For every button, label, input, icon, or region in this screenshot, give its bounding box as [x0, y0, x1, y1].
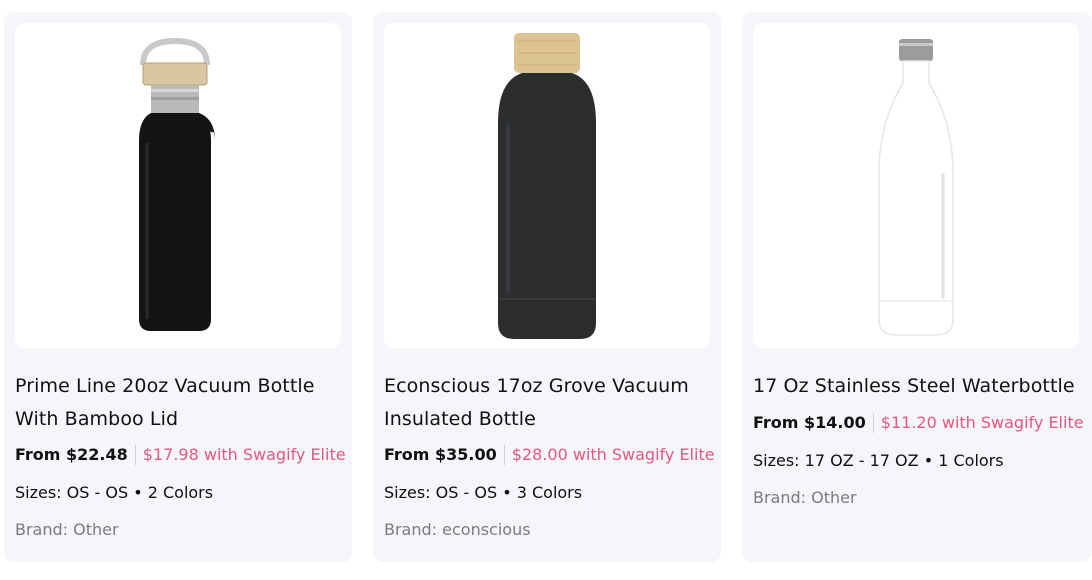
sizes-colors: Sizes: 17 OZ - 17 OZ • 1 Colors [753, 451, 1004, 470]
product-card[interactable]: Prime Line 20oz Vacuum Bottle With Bambo… [4, 12, 352, 562]
sizes-colors: Sizes: OS - OS • 3 Colors [384, 483, 583, 502]
elite-price: $17.98 with Swagify Elite [142, 445, 346, 464]
product-card[interactable]: 17 Oz Stainless Steel Waterbottle From $… [742, 12, 1092, 562]
price-row: From $14.00 $11.20 with Swagify Elite [753, 412, 1084, 434]
price-from: From $35.00 [384, 445, 497, 464]
product-image[interactable] [384, 23, 710, 348]
dark-bottle-bamboo-cap-image [498, 33, 596, 339]
product-title[interactable]: Prime Line 20oz Vacuum Bottle With Bambo… [15, 370, 345, 436]
sizes-colors: Sizes: OS - OS • 2 Colors [15, 483, 214, 502]
price-from: From $22.48 [15, 445, 128, 464]
price-from: From $14.00 [753, 413, 866, 432]
elite-price: $28.00 with Swagify Elite [511, 445, 715, 464]
brand-label: Brand: Other [15, 520, 119, 539]
product-image[interactable] [753, 23, 1079, 348]
price-row: From $35.00 $28.00 with Swagify Elite [384, 444, 715, 466]
price-row: From $22.48 $17.98 with Swagify Elite [15, 444, 346, 466]
elite-price: $11.20 with Swagify Elite [880, 413, 1084, 432]
product-title[interactable]: 17 Oz Stainless Steel Waterbottle [753, 370, 1083, 403]
price-divider [503, 445, 505, 465]
brand-label: Brand: econscious [384, 520, 531, 539]
price-divider [872, 413, 874, 433]
black-bottle-bamboo-handle-lid-image [139, 37, 215, 331]
product-image[interactable] [15, 23, 341, 348]
white-bottle-steel-cap-image [878, 39, 954, 336]
product-title[interactable]: Econscious 17oz Grove Vacuum Insulated B… [384, 370, 714, 436]
brand-label: Brand: Other [753, 488, 857, 507]
product-card[interactable]: Econscious 17oz Grove Vacuum Insulated B… [373, 12, 721, 562]
price-divider [134, 445, 136, 465]
product-grid: Prime Line 20oz Vacuum Bottle With Bambo… [0, 0, 1092, 580]
